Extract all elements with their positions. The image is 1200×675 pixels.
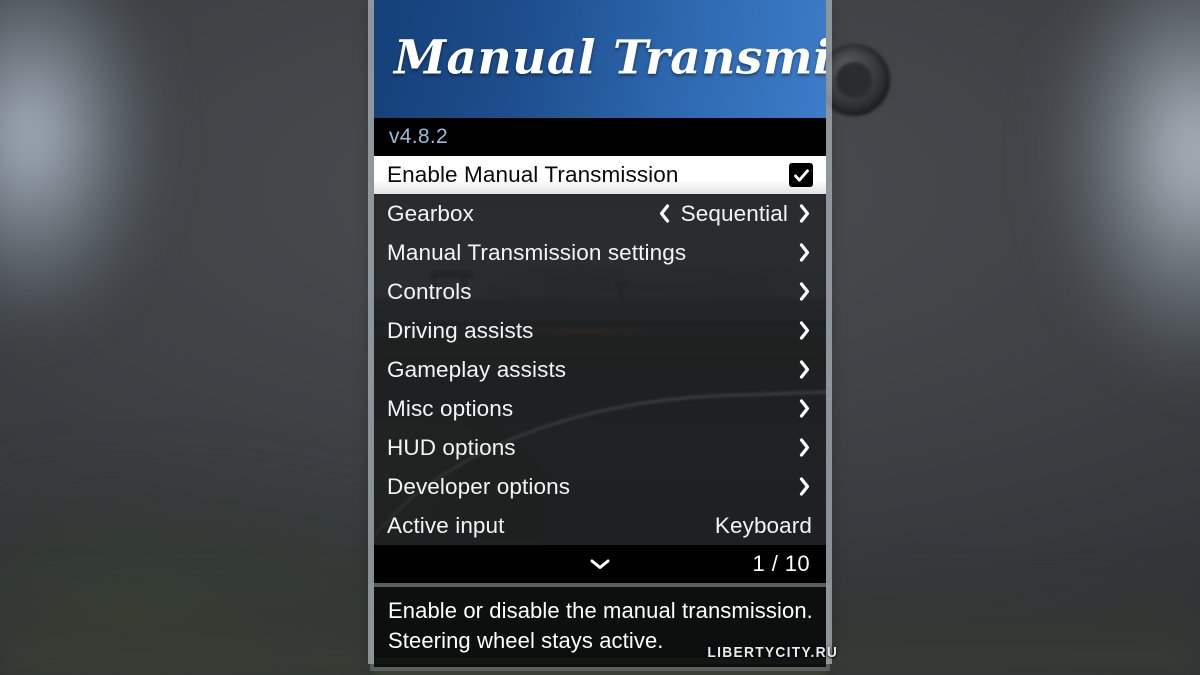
chevron-right-icon[interactable]	[797, 437, 812, 458]
menu-item-control	[797, 359, 812, 380]
menu-item-label: Gameplay assists	[387, 356, 567, 382]
backdrop-right-glow	[950, 0, 1200, 500]
menu-item-control	[797, 281, 812, 302]
page-counter: 1 / 10	[752, 551, 810, 576]
chevron-right-icon[interactable]	[797, 398, 812, 419]
menu-item-label: Misc options	[387, 395, 514, 421]
chevron-right-icon[interactable]	[797, 476, 812, 497]
checkmark-icon	[793, 168, 809, 182]
menu-item-manual-transmission-settings[interactable]: Manual Transmission settings	[374, 233, 826, 272]
menu-item-control	[797, 437, 812, 458]
menu-title-banner: Manual Transmission	[374, 0, 826, 118]
menu-item-enable-manual-transmission[interactable]: Enable Manual Transmission	[374, 156, 826, 194]
chevron-left-icon[interactable]	[657, 203, 672, 224]
menu-item-control	[797, 398, 812, 419]
chevron-down-icon[interactable]	[587, 556, 613, 572]
menu-item-control: Keyboard	[715, 513, 812, 539]
menu-item-gameplay-assists[interactable]: Gameplay assists	[374, 350, 826, 389]
menu-item-controls[interactable]: Controls	[374, 272, 826, 311]
menu-item-active-input[interactable]: Active input Keyboard	[374, 506, 826, 545]
chevron-right-icon[interactable]	[797, 203, 812, 224]
menu-item-misc-options[interactable]: Misc options	[374, 389, 826, 428]
menu-item-label: Active input	[387, 512, 505, 538]
menu-item-label: Controls	[387, 278, 472, 304]
menu-item-label: Enable Manual Transmission	[387, 162, 679, 187]
enable-manual-transmission-checkbox[interactable]	[789, 163, 813, 187]
menu-item-control	[797, 242, 812, 263]
menu-item-label: HUD options	[387, 434, 516, 460]
menu-item-driving-assists[interactable]: Driving assists	[374, 311, 826, 350]
menu-footer-bar[interactable]: 1 / 10	[374, 545, 826, 583]
description-line-1: Enable or disable the manual transmissio…	[388, 598, 813, 623]
gearbox-value: Sequential	[680, 200, 788, 226]
gearbox-selector[interactable]: Sequential	[657, 201, 812, 227]
menu-items-list: Gearbox Sequential Manual Transmission s…	[374, 194, 826, 545]
active-input-value: Keyboard	[714, 512, 812, 538]
steering-wheel-icon	[818, 44, 890, 116]
menu-item-label: Manual Transmission settings	[387, 239, 687, 265]
menu-item-gearbox[interactable]: Gearbox Sequential	[374, 194, 826, 233]
menu-item-label: Driving assists	[387, 317, 534, 343]
chevron-right-icon[interactable]	[797, 359, 812, 380]
manual-transmission-menu-panel: Manual Transmission v4.8.2 Enable Manual…	[374, 0, 826, 667]
menu-item-label: Gearbox	[387, 200, 474, 226]
menu-item-control	[797, 476, 812, 497]
menu-item-hud-options[interactable]: HUD options	[374, 428, 826, 467]
site-watermark: LibertyCity.Ru	[707, 644, 838, 661]
chevron-right-icon[interactable]	[797, 281, 812, 302]
menu-item-label: Developer options	[387, 473, 571, 499]
page-title: Manual Transmission	[394, 30, 826, 86]
version-label: v4.8.2	[389, 125, 449, 148]
chevron-right-icon[interactable]	[797, 320, 812, 341]
chevron-right-icon[interactable]	[797, 242, 812, 263]
menu-item-developer-options[interactable]: Developer options	[374, 467, 826, 506]
menu-item-control	[797, 320, 812, 341]
version-bar: v4.8.2	[374, 118, 826, 156]
